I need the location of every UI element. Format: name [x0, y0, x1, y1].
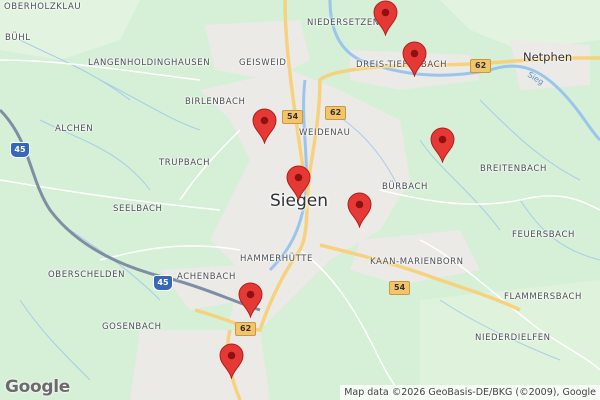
- google-logo[interactable]: Google: [5, 377, 70, 397]
- place-label-burbach: BÜRBACH: [382, 182, 428, 192]
- road-shield-b54-kaan: 54: [389, 281, 411, 295]
- road-shield-b54-weidenau: 54: [282, 110, 304, 124]
- map-marker-niedersetzen[interactable]: [372, 0, 399, 36]
- place-label-hammerhutte: HAMMERHÜTTE: [240, 254, 313, 264]
- place-label-niedersetzen: NIEDERSETZEN: [307, 18, 380, 28]
- place-label-oberholzklau: OBERHOLZKLAU: [4, 2, 82, 12]
- road-shield-a45-achenbach: 45: [153, 275, 173, 291]
- place-label-weidenau: WEIDENAU: [299, 128, 351, 138]
- map-pin-icon: [219, 343, 244, 379]
- map-marker-burbach[interactable]: [346, 192, 373, 228]
- place-label-birlenbach: BIRLENBACH: [185, 97, 246, 107]
- map-pin-icon: [430, 127, 455, 163]
- road-shield-b62-weidenau: 62: [325, 106, 347, 120]
- map-marker-breitenbach[interactable]: [429, 127, 456, 163]
- place-label-niederdielfen: NIEDERDIELFEN: [475, 333, 551, 343]
- map-pin-icon: [238, 282, 263, 318]
- map-attribution[interactable]: Map data ©2026 GeoBasis-DE/BKG (©2009), …: [340, 385, 600, 400]
- town-label-netphen: Netphen: [523, 50, 573, 64]
- place-label-breitenbach: BREITENBACH: [480, 164, 547, 174]
- map-marker-gosenbach[interactable]: [218, 343, 245, 379]
- road-shield-b62-north: 62: [470, 59, 492, 73]
- map-pin-icon: [347, 192, 372, 228]
- map-pin-icon: [402, 41, 427, 77]
- place-label-achenbach: ACHENBACH: [177, 272, 236, 282]
- place-label-buhl: BÜHL: [5, 33, 31, 43]
- map-pin-icon: [286, 165, 311, 201]
- road-shield-a45-west: 45: [10, 142, 30, 158]
- map-marker-birlenbach[interactable]: [251, 108, 278, 144]
- place-label-feuersbach: FEUERSBACH: [512, 230, 575, 240]
- place-label-alchen: ALCHEN: [55, 124, 94, 134]
- place-label-trupbach: TRUPBACH: [159, 158, 211, 168]
- place-label-langenholdinghausen: LANGENHOLDINGHAUSEN: [88, 58, 211, 68]
- place-label-oberschelden: OBERSCHELDEN: [48, 270, 126, 280]
- map-canvas[interactable]: OBERHOLZKLAU NIEDERSETZEN BÜHL LANGENHOL…: [0, 0, 600, 400]
- map-marker-siegen-center[interactable]: [285, 165, 312, 201]
- map-pin-icon: [373, 0, 398, 36]
- place-label-kaan-marienborn: KAAN-MARIENBORN: [370, 257, 464, 267]
- urban-area-gosenbach: [130, 330, 270, 400]
- road-shield-b62-south: 62: [235, 322, 257, 336]
- map-marker-achenbach[interactable]: [237, 282, 264, 318]
- place-label-flammersbach: FLAMMERSBACH: [504, 292, 582, 302]
- place-label-seelbach: SEELBACH: [113, 204, 163, 214]
- place-label-gosenbach: GOSENBACH: [102, 322, 162, 332]
- map-pin-icon: [252, 108, 277, 144]
- place-label-geisweid: GEISWEID: [239, 58, 287, 68]
- map-marker-dreis-tiefenbach[interactable]: [401, 41, 428, 77]
